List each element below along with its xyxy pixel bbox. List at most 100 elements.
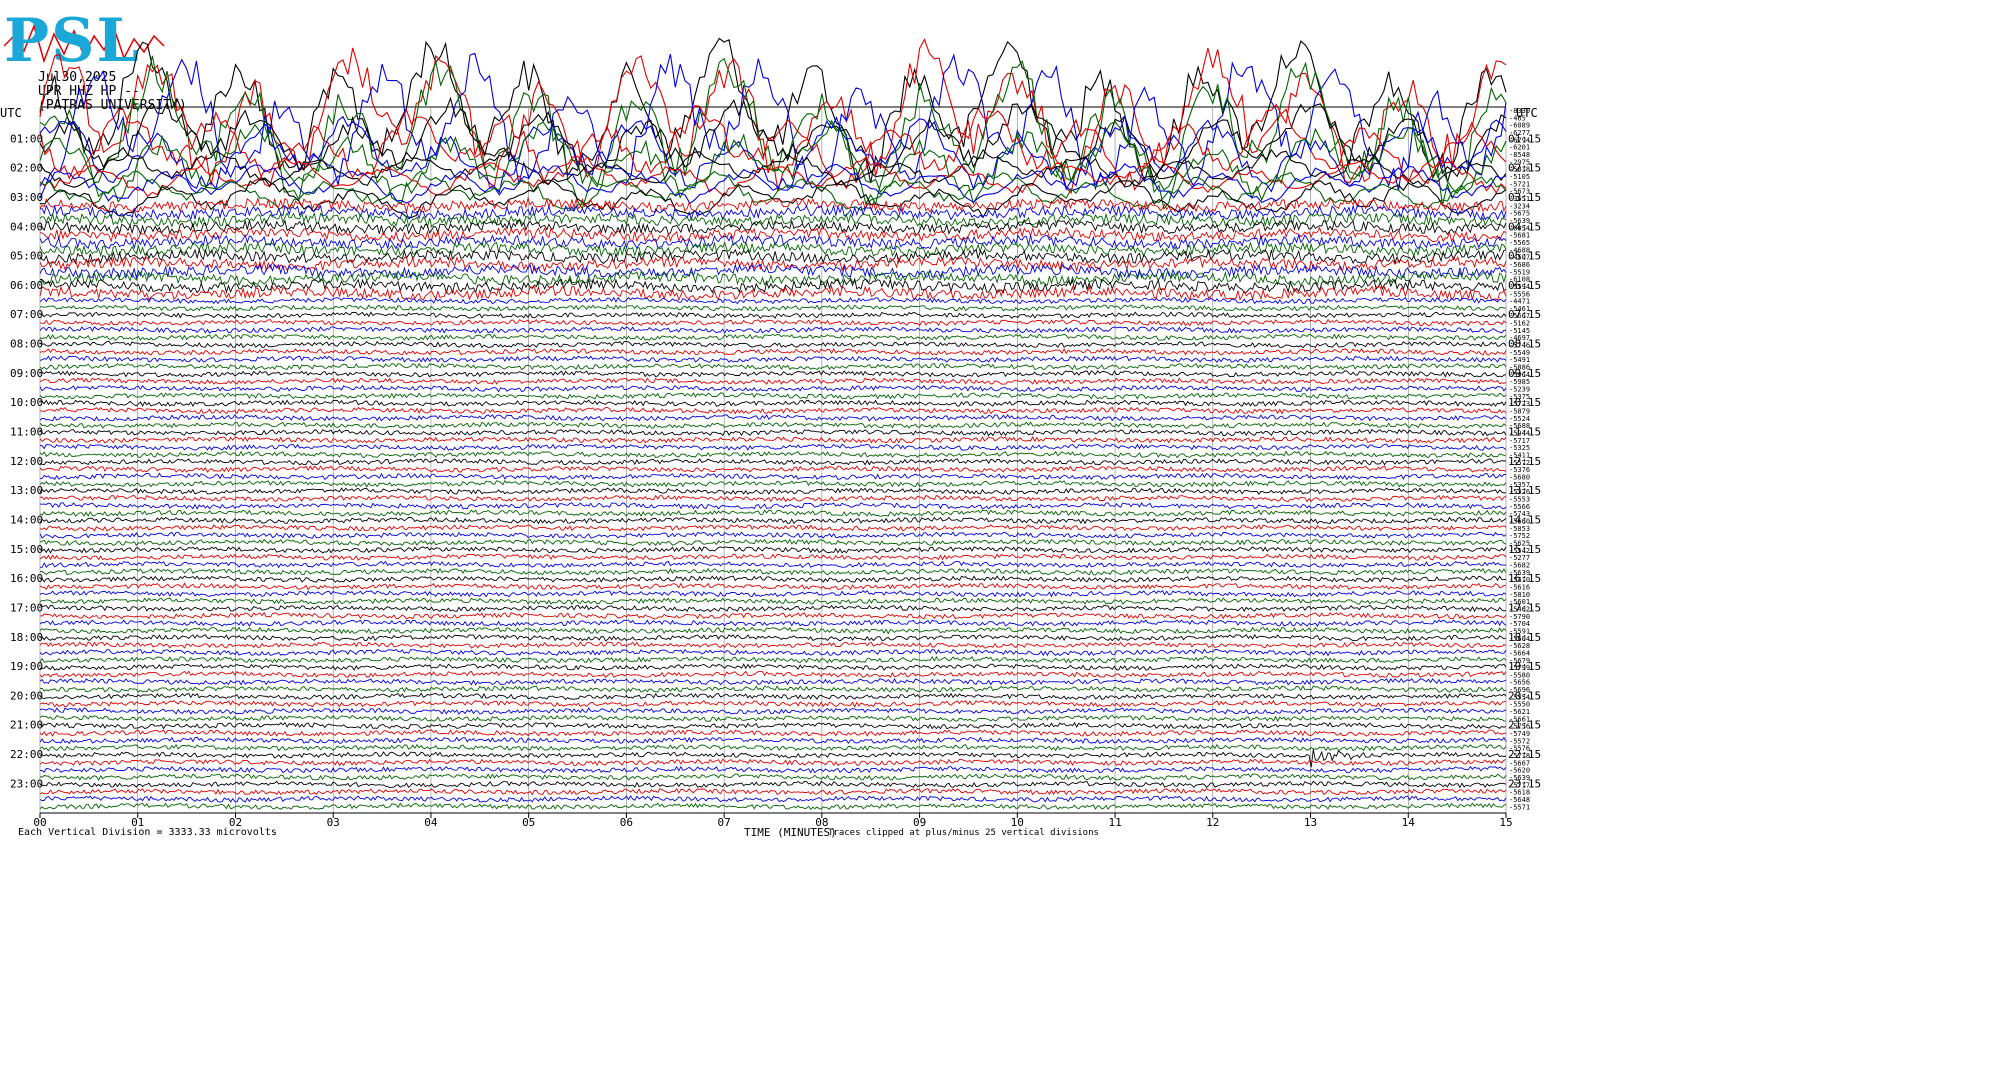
hour-label-left: 03:00 xyxy=(10,191,43,204)
x-tick-label: 12 xyxy=(1206,816,1219,829)
trace-line xyxy=(39,465,1507,473)
hour-label-left: 02:00 xyxy=(10,162,43,175)
hour-label-right: 21:15 xyxy=(1508,719,1541,732)
trace-line xyxy=(39,399,1507,408)
trace-line xyxy=(39,582,1506,591)
trace-line xyxy=(39,531,1507,539)
hour-label-right: 09:15 xyxy=(1508,367,1541,380)
trace-line xyxy=(39,413,1507,422)
hour-label-right: 05:15 xyxy=(1508,250,1541,263)
trace-line xyxy=(39,52,1507,199)
hour-label-left: 17:00 xyxy=(10,601,43,614)
trace-line xyxy=(39,494,1507,503)
trace-line xyxy=(39,721,1507,730)
trace-line xyxy=(39,743,1507,752)
trace-line xyxy=(39,480,1507,488)
trace-line xyxy=(39,436,1507,444)
hour-label-right: 12:15 xyxy=(1508,455,1541,468)
trace-line xyxy=(39,670,1507,679)
trace-line xyxy=(39,296,1507,305)
clip-note: Traces clipped at plus/minus 25 vertical… xyxy=(828,828,1099,838)
hour-label-left: 08:00 xyxy=(10,338,43,351)
trace-line xyxy=(39,502,1507,510)
hour-label-right: 23:15 xyxy=(1508,777,1541,790)
hour-label-right: 01:15 xyxy=(1508,132,1541,145)
trace-line xyxy=(39,626,1507,635)
vertical-division-note: Each Vertical Division = 3333.33 microvo… xyxy=(18,827,277,838)
hour-label-right: 07:15 xyxy=(1508,308,1541,321)
trace-line xyxy=(39,802,1507,811)
trace-line xyxy=(39,685,1507,693)
trace-line xyxy=(39,567,1507,576)
x-tick-label: 11 xyxy=(1108,816,1121,829)
hour-label-right: 13:15 xyxy=(1508,484,1541,497)
trace-line xyxy=(39,597,1507,605)
hour-label-left: 19:00 xyxy=(10,660,43,673)
seismogram-plot: -8330-465-6089-6277-6794-6201-8548-2975-… xyxy=(10,37,1541,829)
hour-label-left: 13:00 xyxy=(10,484,43,497)
x-tick-label: 07 xyxy=(717,816,730,829)
trace-line xyxy=(39,736,1507,745)
trace-line xyxy=(39,326,1507,334)
x-tick-label: 03 xyxy=(327,816,340,829)
trace-line xyxy=(39,516,1507,525)
trace-line xyxy=(39,340,1507,349)
trace-line xyxy=(39,749,1507,768)
trace-line xyxy=(39,780,1507,789)
hour-label-left: 21:00 xyxy=(10,719,43,732)
trace-line xyxy=(39,655,1507,664)
trace-line xyxy=(39,347,1507,356)
trace-line xyxy=(39,611,1507,620)
x-tick-label: 15 xyxy=(1499,816,1512,829)
trace-line xyxy=(39,370,1507,378)
trace-offset-label: -5571 xyxy=(1509,803,1530,811)
hour-label-left: 18:00 xyxy=(10,631,43,644)
trace-line xyxy=(39,546,1507,554)
trace-line xyxy=(39,648,1507,657)
x-tick-label: 04 xyxy=(424,816,438,829)
hour-label-right: 18:15 xyxy=(1508,631,1541,644)
trace-line xyxy=(39,553,1507,561)
hour-label-left: 01:00 xyxy=(10,132,43,145)
trace-line xyxy=(39,538,1507,547)
hour-label-left: 09:00 xyxy=(10,367,43,380)
hour-label-left: 04:00 xyxy=(10,220,43,233)
trace-line xyxy=(40,560,1507,569)
trace-line xyxy=(39,240,1507,258)
hour-label-right: 20:15 xyxy=(1508,689,1541,702)
hour-label-left: 15:00 xyxy=(10,543,43,556)
hour-label-right: 03:15 xyxy=(1508,191,1541,204)
trace-line xyxy=(39,263,1507,280)
trace-line xyxy=(39,707,1507,715)
trace-line xyxy=(39,787,1507,796)
trace-line xyxy=(39,487,1507,495)
trace-line xyxy=(39,641,1507,649)
hour-label-left: 05:00 xyxy=(10,250,43,263)
trace-line xyxy=(39,333,1507,341)
trace-line xyxy=(39,509,1507,517)
trace-line xyxy=(39,304,1507,312)
trace-line xyxy=(39,773,1507,781)
trace-line xyxy=(39,421,1507,430)
hour-label-left: 07:00 xyxy=(10,308,43,321)
trace-line xyxy=(39,714,1507,722)
trace-line xyxy=(39,428,1507,437)
trace-line xyxy=(39,758,1507,767)
hour-label-left: 12:00 xyxy=(10,455,43,468)
trace-line xyxy=(39,311,1507,320)
hour-label-right: 16:15 xyxy=(1508,572,1541,585)
hour-label-left: 23:00 xyxy=(10,777,43,790)
trace-line xyxy=(39,765,1507,774)
hour-label-right: 15:15 xyxy=(1508,543,1541,556)
trace-line xyxy=(39,458,1507,466)
trace-line xyxy=(39,318,1507,327)
hour-label-right: 06:15 xyxy=(1508,279,1541,292)
trace-line xyxy=(39,604,1507,613)
trace-line xyxy=(39,524,1507,532)
x-axis-label: TIME (MINUTES) xyxy=(744,826,837,839)
hour-label-right: 11:15 xyxy=(1508,426,1541,439)
trace-line xyxy=(39,677,1507,686)
hour-label-left: 20:00 xyxy=(10,689,43,702)
trace-line xyxy=(39,619,1507,628)
hour-label-right: 17:15 xyxy=(1508,601,1541,614)
